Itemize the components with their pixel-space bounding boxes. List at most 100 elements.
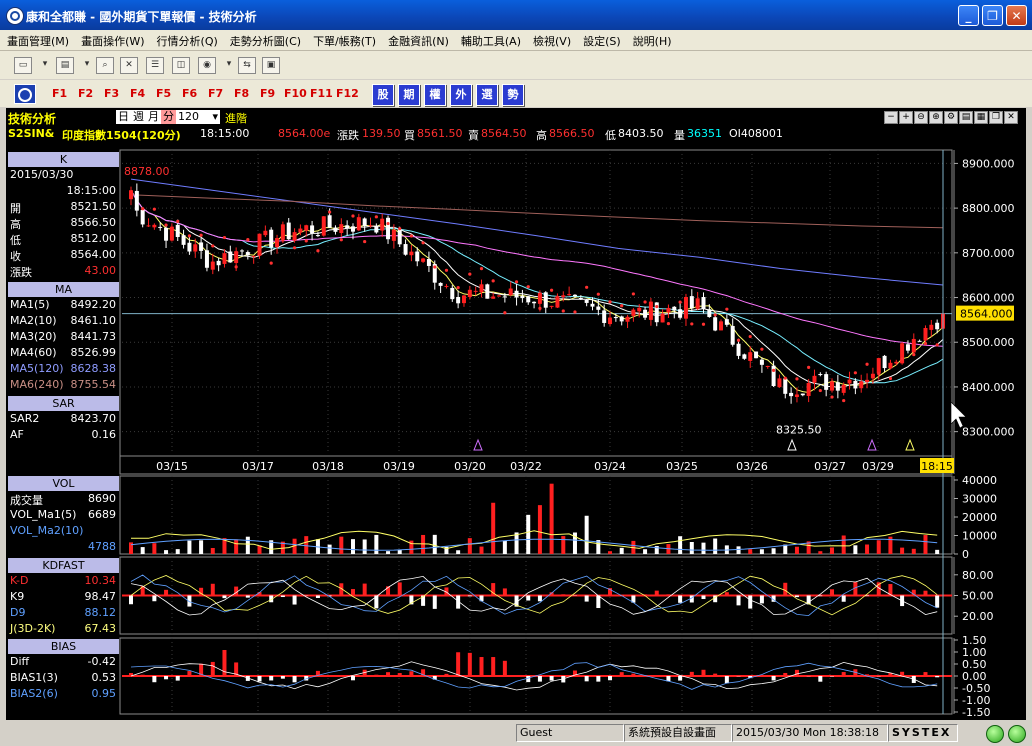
menu-item-settings[interactable]: 設定(S) [576,30,626,49]
close-icon[interactable]: ✕ [1004,111,1018,124]
period-day[interactable]: 日 [116,110,131,124]
fkey-f8[interactable]: F8 [234,87,249,100]
bias-bar [724,676,729,684]
volume-bar [421,534,426,554]
tile-icon[interactable]: ◫ [172,57,190,74]
close-button[interactable]: ✕ [1006,5,1027,26]
candle-body [508,288,513,296]
zoom-out-icon[interactable]: ⊖ [914,111,928,124]
fkey-f2[interactable]: F2 [78,87,93,100]
fkey-f4[interactable]: F4 [130,87,145,100]
technical-chart[interactable]: 8900.000 8800.000 8700.000 8600.000 8500.000… [6,108,1026,720]
link-icon[interactable]: ⇆ [238,57,256,74]
restore-icon[interactable]: ❐ [989,111,1003,124]
period-week[interactable]: 週 [131,110,146,124]
bias-bar [841,672,846,676]
fkey-f6[interactable]: F6 [182,87,197,100]
kd-bar [514,595,519,607]
volume-bar [631,540,636,554]
bias-bar [549,676,554,681]
candle-body [602,310,607,323]
menu-item-screen-manage[interactable]: 畫面管理(M) [0,30,74,49]
menu-item-tools[interactable]: 輔助工具(A) [454,30,526,49]
trend-button[interactable]: 勢 [502,84,524,106]
close-window-icon[interactable]: ✕ [120,57,138,74]
options-button[interactable]: 權 [424,84,446,106]
candle-body [356,217,361,231]
ma2-label: MA2(10) [10,314,57,327]
fkey-f7[interactable]: F7 [208,87,223,100]
k-low-value: 8512.00 [70,232,117,245]
fkey-f10[interactable]: F10 [284,87,307,100]
list-icon[interactable]: ☰ [146,57,164,74]
screen-icon[interactable]: ▭ [14,57,32,74]
candle-body [315,235,320,237]
bias-bar [537,676,542,682]
candle-body [619,316,624,322]
kd-bar [222,595,227,599]
home-icon[interactable] [14,84,36,104]
menu-item-finance-info[interactable]: 金融資訊(N) [381,30,454,49]
volume-bar [304,536,309,554]
interval-select[interactable]: 120 ▾ [176,110,220,124]
dropdown-arrow-icon[interactable]: ▾ [220,57,238,74]
period-month[interactable]: 月 [146,110,161,124]
search-icon[interactable]: ⌕ [96,57,114,74]
minimize-button[interactable]: _ [958,5,979,26]
k-open-label: 開 [10,202,21,215]
candle-body [643,309,648,318]
plus-icon[interactable]: + [899,111,913,124]
monitor-icon[interactable]: ▤ [56,57,74,74]
bias-bar [199,663,204,676]
fkey-f5[interactable]: F5 [156,87,171,100]
period-minute[interactable]: 分 [161,110,176,124]
print-icon[interactable]: ▦ [974,111,988,124]
fkey-f1[interactable]: F1 [52,87,67,100]
dropdown-arrow-icon[interactable]: ▾ [78,57,96,74]
bias-tick-label: 1.00 [962,646,987,659]
volume-bar [315,539,320,554]
fkey-f12[interactable]: F12 [336,87,359,100]
minus-icon[interactable]: − [884,111,898,124]
bias-line-0 [130,661,938,691]
status-datetime: 2015/03/30 Mon 18:38:18 [732,724,888,742]
candle-body [748,352,753,361]
candle-body [310,225,315,234]
menu-item-market-analysis[interactable]: 行情分析(Q) [150,30,223,49]
advanced-link[interactable]: 進階 [225,110,247,126]
volume-bar [409,540,414,554]
fkey-f3[interactable]: F3 [104,87,119,100]
refresh-icon[interactable]: ◉ [198,57,216,74]
candle-body [935,322,940,330]
vol-tick-label: 30000 [962,493,997,506]
select-button[interactable]: 選 [476,84,498,106]
window-icon[interactable]: ▣ [262,57,280,74]
sar-dot [199,233,203,237]
fkey-f11[interactable]: F11 [310,87,333,100]
menu-item-screen-ops[interactable]: 畫面操作(W) [74,30,149,49]
stock-button[interactable]: 股 [372,84,394,106]
restore-button[interactable]: ❐ [982,5,1003,26]
save-icon[interactable]: ▤ [959,111,973,124]
sar-dot [339,238,343,242]
menu-item-order-account[interactable]: 下單/帳務(T) [306,30,381,49]
settings-icon[interactable]: ⚙ [944,111,958,124]
server-status-icon [1008,725,1026,743]
menu-item-trend-chart[interactable]: 走勢分析圖(C) [223,30,306,49]
zoom-in-icon[interactable]: ⊕ [929,111,943,124]
foreign-button[interactable]: 外 [450,84,472,106]
dropdown-arrow-icon[interactable]: ▾ [36,57,54,74]
current-price-label: 8564.000 [960,308,1013,321]
candle-body [415,251,420,262]
futures-button[interactable]: 期 [398,84,420,106]
bias-bar [713,673,718,676]
candle-body [339,224,344,234]
bias-bar [572,670,577,676]
candle-body [502,296,507,298]
candle-body [362,218,367,226]
fkey-f9[interactable]: F9 [260,87,275,100]
kd-bar [631,595,636,603]
sar-dot [690,322,694,326]
menu-item-view[interactable]: 檢視(V) [526,30,576,49]
menu-item-help[interactable]: 說明(H) [626,30,677,49]
